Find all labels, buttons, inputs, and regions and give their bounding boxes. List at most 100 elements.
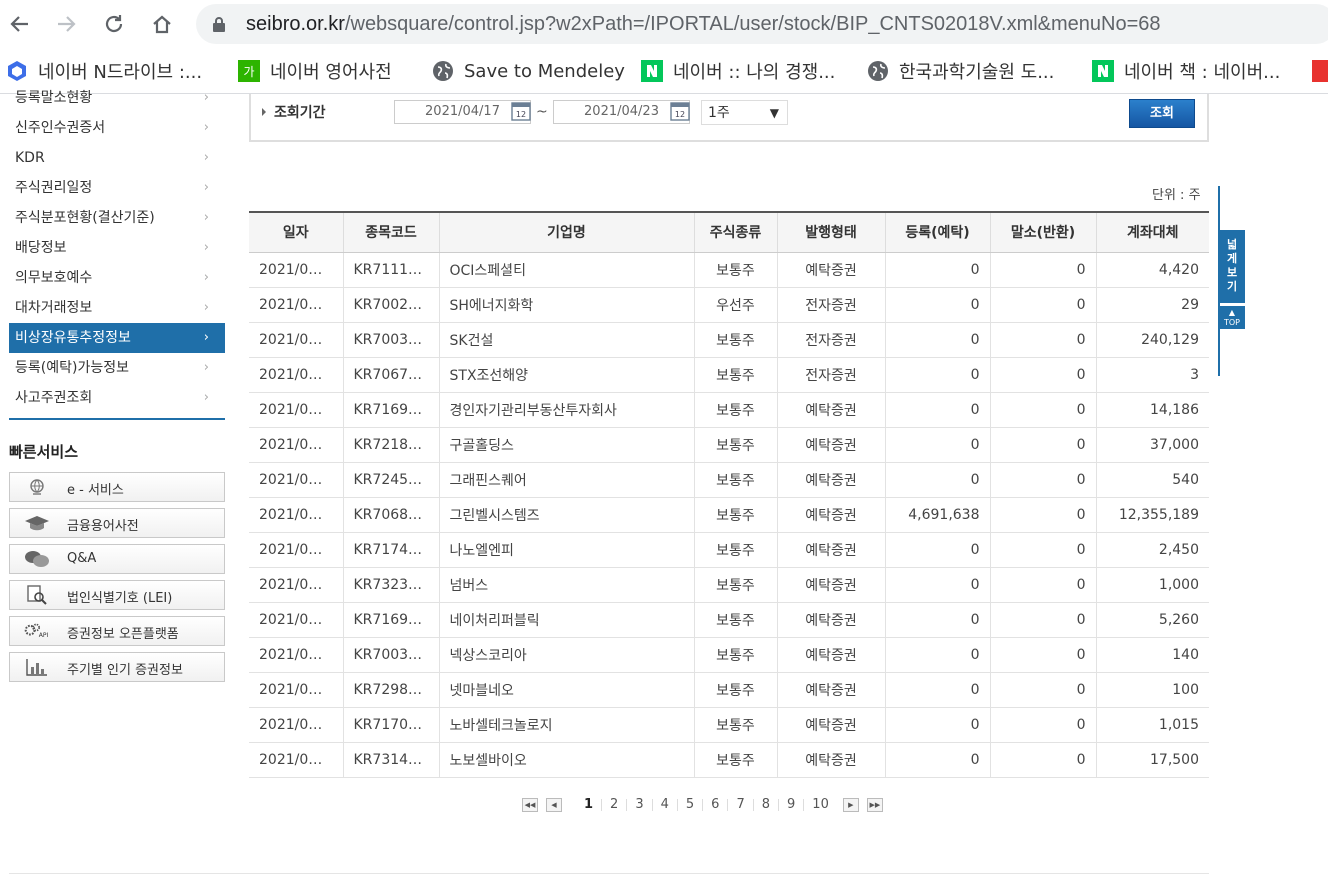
column-header[interactable]: 주식종류 bbox=[694, 211, 778, 253]
sidebar-item-label: 사고주권조회 bbox=[15, 390, 93, 406]
table-row[interactable]: 2021/0… KR7298… 넷마블네오 보통주 예탁증권 0 0 100 bbox=[249, 672, 1209, 708]
bookmark-overflow-icon[interactable] bbox=[1312, 60, 1328, 82]
chevron-right-icon: › bbox=[203, 360, 209, 375]
table-row[interactable]: 2021/0… KR7169… 경인자기관리부동산투자회사 보통주 예탁증권 0 0 14,1… bbox=[249, 392, 1209, 428]
column-header[interactable]: 발행형태 bbox=[777, 211, 886, 253]
bookmark-naver-book[interactable]: 네이버 책 : 네이버... bbox=[1092, 58, 1280, 84]
first-page-button[interactable]: ◀◀ bbox=[522, 798, 538, 812]
bookmark-naver-rival[interactable]: 네이버 :: 나의 경쟁... bbox=[641, 58, 835, 84]
page-number[interactable]: 10 bbox=[804, 798, 837, 811]
bookmark-mendeley[interactable]: Save to Mendeley bbox=[432, 58, 625, 84]
sidebar-item[interactable]: 주식분포현황(결산기준) › bbox=[9, 203, 225, 233]
table-row[interactable]: 2021/0… KR7003… SK건설 보통주 전자증권 0 0 240,129 bbox=[249, 322, 1209, 358]
calendar-icon[interactable]: 12 bbox=[670, 101, 690, 121]
quick-service-button[interactable]: e - 서비스 bbox=[9, 472, 225, 502]
table-row[interactable]: 2021/0… KR7314… 노보셀바이오 보통주 예탁증권 0 0 17,500 bbox=[249, 742, 1209, 778]
last-page-button[interactable]: ▶▶ bbox=[866, 798, 883, 812]
page-number[interactable]: 8 bbox=[754, 798, 780, 811]
table-cell: 0 bbox=[885, 392, 991, 428]
table-row[interactable]: 2021/0… KR7323… 넘버스 보통주 예탁증권 0 0 1,000 bbox=[249, 567, 1209, 603]
sidebar-item[interactable]: 등록말소현황 › bbox=[9, 83, 225, 113]
table-row[interactable]: 2021/0… KR7169… 네이처리퍼블릭 보통주 예탁증권 0 0 5,260 bbox=[249, 602, 1209, 638]
table-cell: 2,450 bbox=[1096, 532, 1209, 568]
table-row[interactable]: 2021/0… KR7067… STX조선해양 보통주 전자증권 0 0 3 bbox=[249, 357, 1209, 393]
sidebar-item[interactable]: 주식권리일정 › bbox=[9, 173, 225, 203]
sidebar-item[interactable]: 등록(예탁)가능정보 › bbox=[9, 353, 225, 383]
sidebar-item[interactable]: 신주인수권증서 › bbox=[9, 113, 225, 143]
page-number[interactable]: 3 bbox=[627, 798, 653, 811]
table-cell: 1,000 bbox=[1096, 567, 1209, 603]
table-cell: STX조선해양 bbox=[439, 357, 695, 393]
table-cell: 보통주 bbox=[694, 427, 778, 463]
column-header[interactable]: 기업명 bbox=[439, 211, 695, 253]
sidebar-item-label: KDR bbox=[15, 150, 45, 166]
page-number[interactable]: 1 bbox=[576, 798, 603, 811]
quick-service-button[interactable]: Q&A bbox=[9, 544, 225, 574]
wide-view-label: 넓게보기 bbox=[1226, 238, 1238, 293]
table-row[interactable]: 2021/0… KR7245… 그래핀스퀘어 보통주 예탁증권 0 0 540 bbox=[249, 462, 1209, 498]
table-row[interactable]: 2021/0… KR7111… OCI스페셜티 보통주 예탁증권 0 0 4,420 bbox=[249, 252, 1209, 288]
column-header[interactable]: 일자 bbox=[249, 211, 344, 253]
calendar-icon[interactable]: 12 bbox=[511, 101, 531, 121]
sidebar-item[interactable]: 의무보호예수 › bbox=[9, 263, 225, 293]
prev-page-button[interactable]: ◀ bbox=[546, 798, 562, 812]
chevron-right-icon: › bbox=[203, 150, 209, 165]
table-row[interactable]: 2021/0… KR7174… 나노엘엔피 보통주 예탁증권 0 0 2,450 bbox=[249, 532, 1209, 568]
page-number[interactable]: 7 bbox=[728, 798, 754, 811]
period-select[interactable]: 1주 ▼ bbox=[701, 100, 788, 125]
reload-button[interactable] bbox=[98, 8, 130, 40]
page-number[interactable]: 4 bbox=[653, 798, 678, 811]
page-number[interactable]: 2 bbox=[602, 798, 628, 811]
forward-button[interactable] bbox=[50, 8, 82, 40]
table-row[interactable]: 2021/0… KR7068… 그린벨시스템즈 보통주 예탁증권 4,691,638 0 12… bbox=[249, 497, 1209, 533]
table-cell: 우선주 bbox=[694, 287, 778, 323]
table-cell: 2021/0… bbox=[249, 602, 344, 638]
sidebar-item[interactable]: 배당정보 › bbox=[9, 233, 225, 263]
table-cell: KR7170… bbox=[343, 707, 440, 743]
table-row[interactable]: 2021/0… KR7003… 넥상스코리아 보통주 예탁증권 0 0 140 bbox=[249, 637, 1209, 673]
home-button[interactable] bbox=[146, 8, 178, 40]
column-header[interactable]: 등록(예탁) bbox=[885, 211, 991, 253]
wide-view-button[interactable]: 넓게보기 bbox=[1219, 230, 1245, 303]
quick-service-button[interactable]: 법인식별기호 (LEI) bbox=[9, 580, 225, 610]
quick-service-button[interactable]: API 증권정보 오픈플랫폼 bbox=[9, 616, 225, 646]
table-cell: 예탁증권 bbox=[777, 672, 886, 708]
search-button[interactable]: 조회 bbox=[1129, 99, 1195, 128]
bookmark-kaist[interactable]: 한국과학기술원 도... bbox=[867, 58, 1054, 84]
address-bar[interactable]: seibro.or.kr/websquare/control.jsp?w2xPa… bbox=[196, 4, 1328, 44]
page-number[interactable]: 6 bbox=[703, 798, 729, 811]
column-header[interactable]: 말소(반환) bbox=[990, 211, 1097, 253]
sidebar-item-label: 배당정보 bbox=[15, 240, 67, 256]
table-cell: 0 bbox=[990, 707, 1097, 743]
table-cell: 보통주 bbox=[694, 322, 778, 358]
sidebar-item[interactable]: 비상장유통추정정보 › bbox=[9, 323, 225, 353]
table-cell: 140 bbox=[1096, 637, 1209, 673]
table-cell: 예탁증권 bbox=[777, 427, 886, 463]
table-cell: 노바셀테크놀로지 bbox=[439, 707, 695, 743]
sidebar-item[interactable]: 대차거래정보 › bbox=[9, 293, 225, 323]
page-number[interactable]: 9 bbox=[779, 798, 805, 811]
column-header[interactable]: 계좌대체 bbox=[1096, 211, 1209, 253]
next-page-button[interactable]: ▶ bbox=[842, 798, 859, 812]
column-header[interactable]: 종목코드 bbox=[343, 211, 440, 253]
bookmark-ndrive[interactable]: 네이버 N드라이브 :... bbox=[6, 58, 202, 84]
table-cell: OCI스페셜티 bbox=[439, 252, 695, 288]
back-button[interactable] bbox=[4, 8, 36, 40]
table-row[interactable]: 2021/0… KR7170… 노바셀테크놀로지 보통주 예탁증권 0 0 1,015 bbox=[249, 707, 1209, 743]
table-row[interactable]: 2021/0… KR7218… 구골홀딩스 보통주 예탁증권 0 0 37,000 bbox=[249, 427, 1209, 463]
sidebar-item-label: 주식권리일정 bbox=[15, 180, 93, 196]
table-header-row: 일자 종목코드 기업명 주식종류 발행형태 등록(예탁) 말소(반환) 계좌대체 bbox=[249, 211, 1209, 253]
bookmark-naver-dict[interactable]: 가 네이버 영어사전 bbox=[238, 58, 392, 84]
table-cell: KR7003… bbox=[343, 637, 440, 673]
table-row[interactable]: 2021/0… KR7002… SH에너지화학 우선주 전자증권 0 0 29 bbox=[249, 287, 1209, 323]
table-cell: 37,000 bbox=[1096, 427, 1209, 463]
quick-service-button[interactable]: 주기별 인기 증권정보 bbox=[9, 652, 225, 682]
graduation-cap-icon bbox=[24, 514, 50, 532]
sidebar-item[interactable]: KDR › bbox=[9, 143, 225, 173]
quick-service-button[interactable]: 금융용어사전 bbox=[9, 508, 225, 538]
sidebar-item[interactable]: 사고주권조회 › bbox=[9, 383, 225, 413]
table-cell: 5,260 bbox=[1096, 602, 1209, 638]
table-cell: 보통주 bbox=[694, 357, 778, 393]
top-button[interactable]: ▲ TOP bbox=[1219, 306, 1245, 329]
page-number[interactable]: 5 bbox=[678, 798, 704, 811]
